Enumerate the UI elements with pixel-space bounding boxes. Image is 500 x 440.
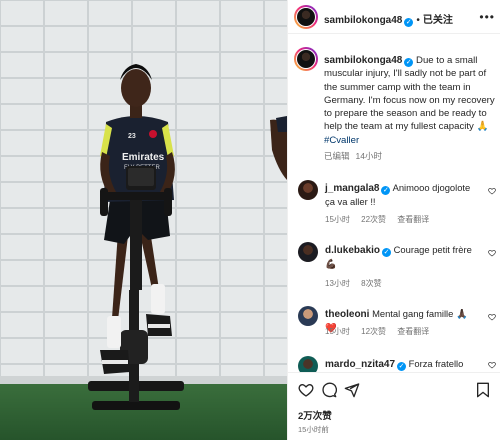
author-username[interactable]: sambilokonga48 [324,15,402,26]
comment-likes-link[interactable]: 12次赞 [361,327,386,336]
comment-like-heart-icon[interactable] [488,313,496,321]
post-caption: sambilokonga48 ✓ Due to a small muscular … [324,54,496,163]
commenter-avatar[interactable] [298,242,318,262]
commenter-username[interactable]: mardo_nzita47 [325,359,395,370]
verified-badge-icon: ✓ [404,18,414,27]
comment-likes-link[interactable]: 8次赞 [361,279,381,288]
comment-like-heart-icon[interactable] [488,361,496,369]
caption-username[interactable]: sambilokonga48 [324,55,402,66]
comment-meta: 15小时 12次赞 查看翻译 [325,326,438,337]
post-side-panel: sambilokonga48 ✓ • 已关注 ••• sambilokonga48 ✓ … [287,0,500,440]
author-avatar[interactable] [294,5,318,29]
caption-text: Due to a small muscular injury, I'll sad… [324,55,495,133]
share-send-icon[interactable] [344,382,360,398]
comment-text: Courage petit frère [393,244,472,255]
comment-likes-link[interactable]: 22次赞 [361,215,386,224]
photo-scene: 23 Emirates FLY BETTER [0,0,287,440]
comment-meta: 13小时 8次赞 [325,278,391,289]
header-author: sambilokonga48 ✓ • 已关注 [324,11,453,27]
comment-bubble-icon[interactable] [321,382,337,398]
comment-body: mardo_nzita47 ✓ Forza fratello [325,358,475,372]
commenter-verified-icon: ✓ [381,186,391,195]
comment-item: d.lukebakio ✓ Courage petit frère 💪🏿 13小时… [298,242,496,292]
caption-meta: 已编辑 14小时 [324,150,496,163]
post-header: sambilokonga48 ✓ • 已关注 ••• [288,0,500,34]
comment-body: d.lukebakio ✓ Courage petit frère 💪🏿 [325,244,475,270]
comment-translate-link[interactable]: 查看翻译 [397,215,429,224]
comment-translate-link[interactable]: 查看翻译 [397,327,429,336]
post-actions-bar: 2万次赞 15小时前 [288,372,500,440]
commenter-username[interactable]: j_mangala8 [325,183,379,194]
comment-like-heart-icon[interactable] [488,249,496,257]
edited-label: 已编辑 [324,151,350,162]
shirt-sponsor: Emirates [122,152,165,163]
more-options-icon[interactable]: ••• [479,10,495,24]
comment-time: 13小时 [325,279,350,288]
instagram-post-window: 23 Emirates FLY BETTER [0,0,500,440]
comment-item: mardo_nzita47 ✓ Forza fratello [298,356,496,372]
caption-author-avatar[interactable] [294,47,318,71]
like-heart-icon[interactable] [298,382,314,398]
comment-body: j_mangala8 ✓ Animooo djogolote ça va alle… [325,182,475,208]
commenter-avatar[interactable] [298,356,318,372]
follow-status-button[interactable]: 已关注 [423,15,453,26]
caption-verified-icon: ✓ [404,58,414,67]
comment-time: 15小时 [325,327,350,336]
comment-text: Forza fratello [408,358,464,369]
post-timestamp: 15小时前 [298,425,329,434]
commenter-username[interactable]: d.lukebakio [325,245,380,256]
likes-count[interactable]: 2万次赞 [298,408,332,422]
save-bookmark-icon[interactable] [475,382,491,398]
commenter-verified-icon: ✓ [397,362,407,371]
comment-time: 15小时 [325,215,350,224]
comment-item: theoleoni Mental gang famille 🙏🏿❤️ 15小时 … [298,306,496,346]
comment-like-heart-icon[interactable] [488,187,496,195]
comment-item: j_mangala8 ✓ Animooo djogolote ça va alle… [298,180,496,228]
commenter-avatar[interactable] [298,306,318,326]
comment-meta: 15小时 22次赞 查看翻译 [325,214,438,225]
commenter-username[interactable]: theoleoni [325,309,369,320]
commenter-avatar[interactable] [298,180,318,200]
follow-separator: • [416,15,420,26]
caption-emoji: 🙏 [476,121,489,133]
caption-time: 14小时 [355,151,382,162]
caption-hashtag-link[interactable]: #Cvaller [324,135,359,146]
post-image[interactable]: 23 Emirates FLY BETTER [0,0,287,440]
shirt-number: 23 [128,133,136,140]
comment-emoji: 💪🏿 [325,257,337,269]
commenter-verified-icon: ✓ [382,248,392,257]
